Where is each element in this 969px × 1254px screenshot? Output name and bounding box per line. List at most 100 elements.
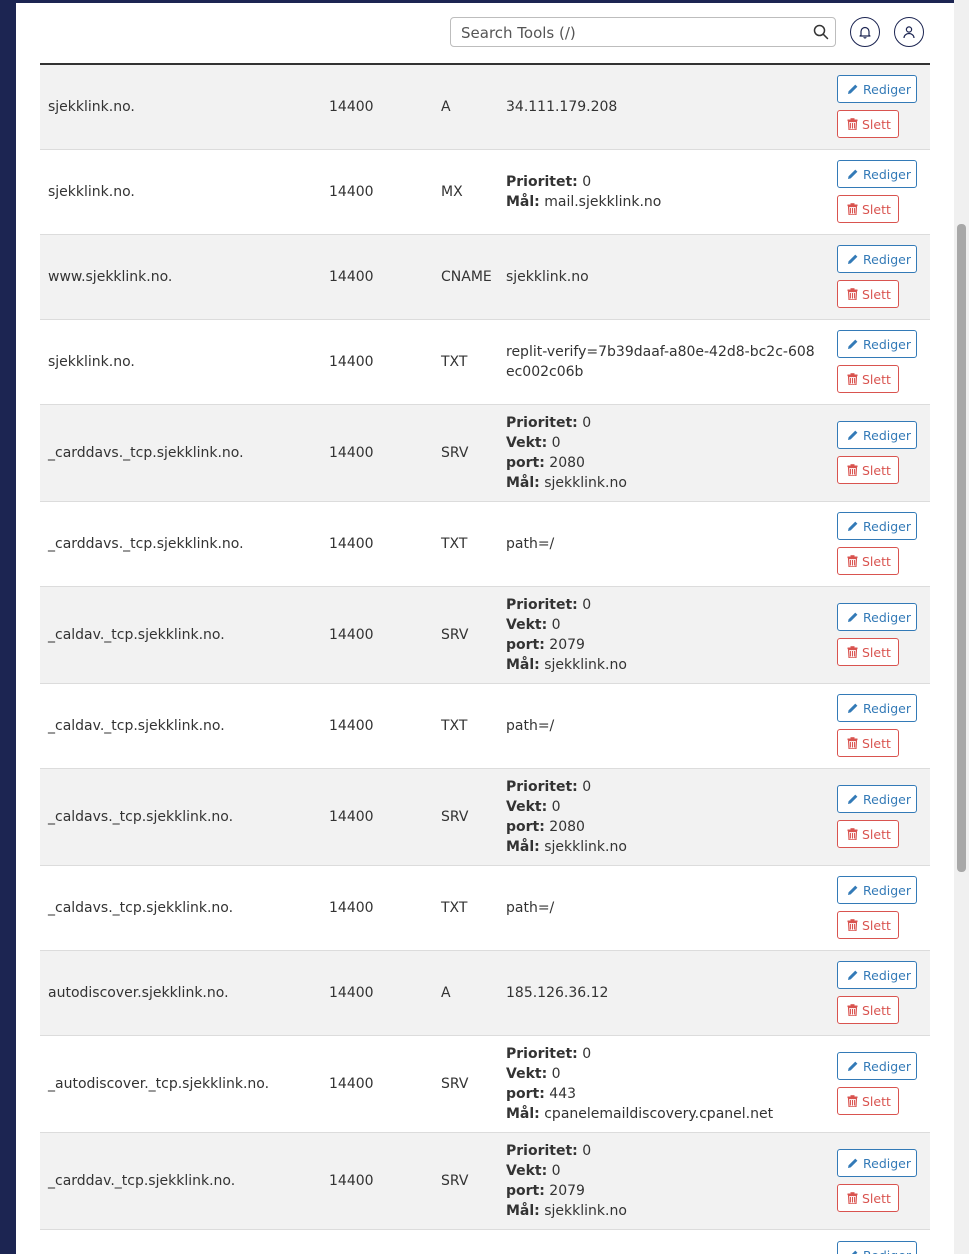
- delete-button[interactable]: Slett: [837, 729, 899, 757]
- delete-button[interactable]: Slett: [837, 638, 899, 666]
- record-field-value: sjekklink.no: [544, 1203, 627, 1219]
- record-value: Prioritet: 0 Vekt: 0 port: 443 Mål: cpanele…: [506, 1044, 816, 1124]
- table-row: _caldavs._tcp.sjekklink.no. 14400 TXT path=…: [40, 866, 930, 951]
- delete-button[interactable]: Slett: [837, 456, 899, 484]
- delete-button[interactable]: Slett: [837, 365, 899, 393]
- edit-button[interactable]: Rediger: [837, 876, 917, 904]
- delete-button-label: Slett: [862, 735, 891, 751]
- table-row: _autodiscover._tcp.sjekklink.no. 14400 SRV…: [40, 1036, 930, 1133]
- table-row: _caldav._tcp.sjekklink.no. 14400 SRV Priori…: [40, 587, 930, 684]
- top-strip: [16, 0, 954, 3]
- record-name: _caldav._tcp.sjekklink.no.: [48, 718, 225, 734]
- row-actions: Rediger Slett: [837, 694, 917, 758]
- row-actions: Rediger Slett: [837, 330, 917, 394]
- trash-icon: [847, 1095, 858, 1107]
- trash-icon: [847, 737, 858, 749]
- record-line: port: 2079: [506, 1181, 816, 1201]
- edit-button[interactable]: Rediger: [837, 160, 917, 188]
- table-row: _carddavs._tcp.sjekklink.no. 14400 TXT path…: [40, 502, 930, 587]
- delete-button-label: Slett: [862, 116, 891, 132]
- row-actions: Rediger Slett: [837, 421, 917, 485]
- record-field-label: Vekt:: [506, 435, 548, 451]
- delete-button[interactable]: Slett: [837, 195, 899, 223]
- record-value: Prioritet: 0 Vekt: 0 port: 2080 Mål: sjekkl…: [506, 777, 816, 857]
- edit-button[interactable]: Rediger: [837, 421, 917, 449]
- pencil-icon: [848, 1158, 858, 1168]
- record-field-value: cpanelemaildiscovery.cpanel.net: [544, 1106, 774, 1122]
- record-value: Prioritet: 0 Vekt: 0 port: 2080 Mål: sjekkl…: [506, 413, 816, 493]
- record-type: SRV: [441, 445, 469, 461]
- user-icon: [903, 26, 915, 39]
- delete-button-label: Slett: [862, 826, 891, 842]
- record-ttl: 14400: [329, 985, 374, 1001]
- pencil-icon: [848, 339, 858, 349]
- record-type: TXT: [441, 536, 468, 552]
- record-field-label: Mål:: [506, 657, 540, 673]
- delete-button[interactable]: Slett: [837, 547, 899, 575]
- edit-button[interactable]: Rediger: [837, 512, 917, 540]
- edit-button[interactable]: Rediger: [837, 961, 917, 989]
- delete-button[interactable]: Slett: [837, 110, 899, 138]
- record-field-value: 34.111.179.208: [506, 99, 618, 115]
- record-field-value: sjekklink.no: [544, 657, 627, 673]
- record-name: _carddavs._tcp.sjekklink.no.: [48, 536, 244, 552]
- edit-button[interactable]: Rediger: [837, 330, 917, 358]
- delete-button-label: Slett: [862, 553, 891, 569]
- search-icon[interactable]: [813, 24, 829, 40]
- edit-button-label: Rediger: [863, 166, 911, 182]
- edit-button[interactable]: Rediger: [837, 1241, 917, 1254]
- delete-button-label: Slett: [862, 201, 891, 217]
- edit-button[interactable]: Rediger: [837, 1149, 917, 1177]
- user-menu-button[interactable]: [894, 17, 924, 47]
- table-row: www.sjekklink.no. 14400 CNAME sjekklink.no R…: [40, 235, 930, 320]
- edit-button[interactable]: Rediger: [837, 245, 917, 273]
- record-field-value: 0: [582, 174, 592, 190]
- delete-button[interactable]: Slett: [837, 1184, 899, 1212]
- record-field-label: Vekt:: [506, 799, 548, 815]
- edit-button[interactable]: Rediger: [837, 694, 917, 722]
- delete-button[interactable]: Slett: [837, 280, 899, 308]
- record-line: Vekt: 0: [506, 797, 816, 817]
- record-type: SRV: [441, 809, 469, 825]
- trash-icon: [847, 373, 858, 385]
- record-field-value: 0: [551, 617, 561, 633]
- edit-button-label: Rediger: [863, 81, 911, 97]
- scrollbar-thumb[interactable]: [957, 224, 966, 872]
- pencil-icon: [848, 794, 858, 804]
- record-ttl: 14400: [329, 354, 374, 370]
- delete-button[interactable]: Slett: [837, 820, 899, 848]
- record-field-value: mail.sjekklink.no: [544, 194, 662, 210]
- delete-button[interactable]: Slett: [837, 911, 899, 939]
- record-value: path=/: [506, 534, 816, 554]
- record-name: autodiscover.sjekklink.no.: [48, 985, 229, 1001]
- record-line: Vekt: 0: [506, 1064, 816, 1084]
- row-actions: Rediger Slett: [837, 1052, 917, 1116]
- record-line: Vekt: 0: [506, 1161, 816, 1181]
- search-input[interactable]: [459, 22, 803, 44]
- top-bar: [16, 0, 954, 64]
- record-field-value: replit-verify=7b39daaf-a80e-42d8-bc2c-60…: [506, 344, 815, 380]
- edit-button[interactable]: Rediger: [837, 75, 917, 103]
- page-scrollbar[interactable]: [954, 0, 969, 1254]
- edit-button[interactable]: Rediger: [837, 1052, 917, 1080]
- delete-button-label: Slett: [862, 286, 891, 302]
- search-box[interactable]: [450, 17, 836, 47]
- record-field-value: 2080: [549, 819, 585, 835]
- edit-button-label: Rediger: [863, 427, 911, 443]
- pencil-icon: [848, 254, 858, 264]
- delete-button[interactable]: Slett: [837, 1087, 899, 1115]
- record-line: Mål: sjekklink.no: [506, 837, 816, 857]
- row-actions: Rediger Slett: [837, 245, 917, 309]
- record-field-value: 0: [582, 597, 592, 613]
- edit-button[interactable]: Rediger: [837, 785, 917, 813]
- table-row: _caldavs._tcp.sjekklink.no. 14400 SRV Prior…: [40, 769, 930, 866]
- row-actions: Rediger Slett: [837, 603, 917, 667]
- notifications-button[interactable]: [850, 17, 880, 47]
- record-ttl: 14400: [329, 900, 374, 916]
- record-line: Mål: sjekklink.no: [506, 1201, 816, 1221]
- record-field-value: 2080: [549, 455, 585, 471]
- record-field-value: 0: [582, 1143, 592, 1159]
- edit-button[interactable]: Rediger: [837, 603, 917, 631]
- delete-button[interactable]: Slett: [837, 996, 899, 1024]
- record-line: Prioritet: 0: [506, 595, 816, 615]
